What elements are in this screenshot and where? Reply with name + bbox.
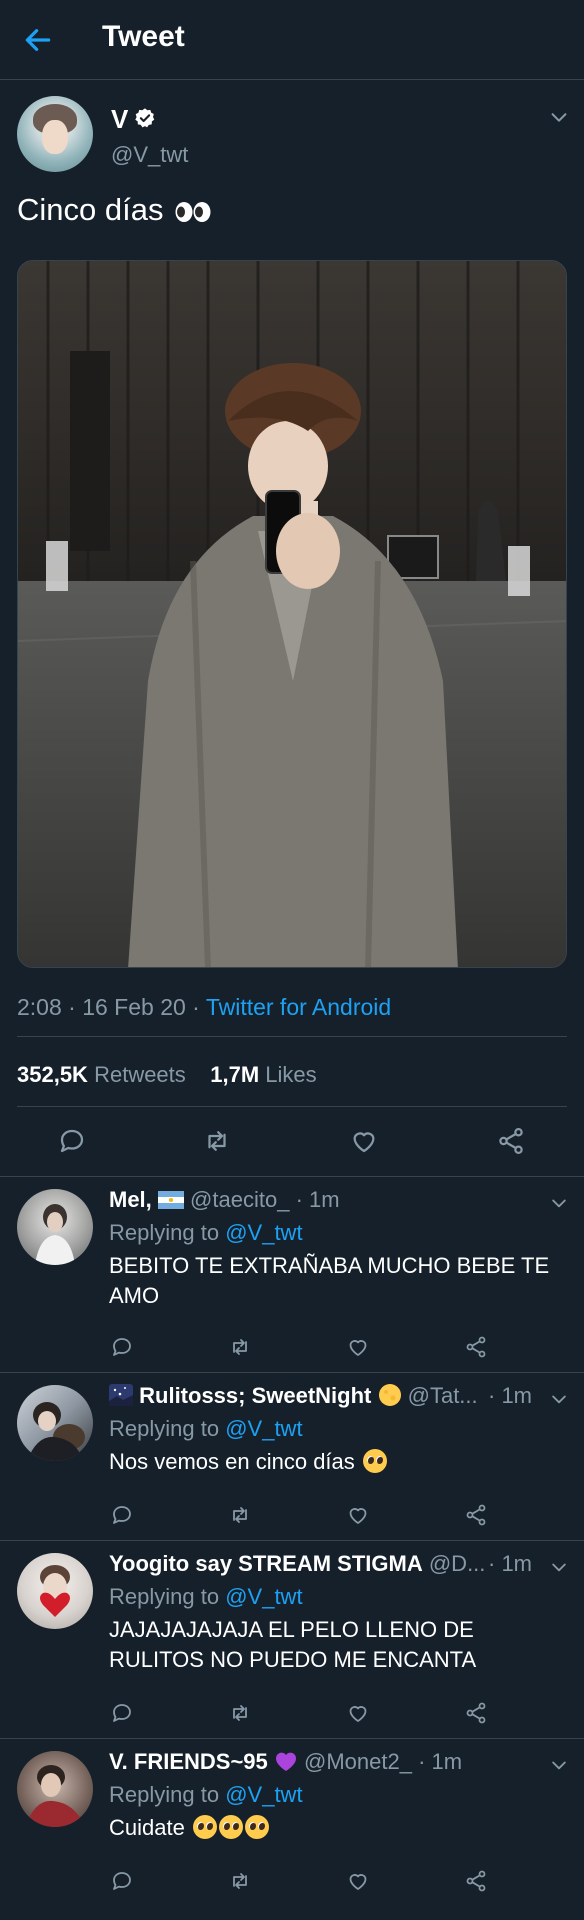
chevron-down-icon[interactable] bbox=[548, 106, 570, 128]
tweet-text-content: Cinco días bbox=[17, 192, 164, 227]
reply-tweet[interactable]: Mel, @taecito_ · 1m Replying to @V_twt B… bbox=[0, 1177, 584, 1373]
replying-to: Replying to @V_twt bbox=[109, 1416, 303, 1442]
pleading-face-emoji-icon bbox=[362, 1449, 387, 1473]
share-icon[interactable] bbox=[464, 1503, 488, 1527]
reply-avatar[interactable] bbox=[17, 1751, 93, 1827]
reply-text: BEBITO TE EXTRAÑABA MUCHO BEBE TE AMO bbox=[109, 1253, 550, 1308]
chevron-down-icon[interactable] bbox=[549, 1557, 569, 1577]
back-arrow-icon[interactable] bbox=[22, 24, 54, 56]
pleading-face-emoji-icon bbox=[192, 1815, 217, 1839]
reply-author-handle[interactable]: @Monet2_ bbox=[304, 1749, 412, 1774]
reply-text: Nos vemos en cinco días bbox=[109, 1447, 559, 1477]
share-icon[interactable] bbox=[464, 1701, 488, 1725]
reply-icon[interactable] bbox=[110, 1869, 134, 1893]
argentina-flag-icon bbox=[157, 1191, 184, 1209]
replying-to-mention[interactable]: @V_twt bbox=[225, 1416, 302, 1441]
reply-icon[interactable] bbox=[110, 1503, 134, 1527]
tweet-timestamp: 2:08 · 16 Feb 20 · Twitter for Android bbox=[17, 994, 391, 1021]
reply-time: · 1m bbox=[295, 1187, 340, 1212]
chevron-down-icon[interactable] bbox=[549, 1755, 569, 1775]
author-handle[interactable]: @V_twt bbox=[111, 142, 188, 168]
replying-to-label: Replying to bbox=[109, 1782, 220, 1807]
tweet-stats: 352,5K Retweets 1,7M Likes bbox=[17, 1062, 317, 1088]
pleading-face-emoji-icon bbox=[218, 1815, 243, 1839]
top-bar: Tweet bbox=[0, 0, 584, 80]
reply-author-handle[interactable]: @taecito_ bbox=[190, 1187, 289, 1212]
reply-avatar[interactable] bbox=[17, 1189, 93, 1265]
reply-author-name[interactable]: Mel, bbox=[109, 1187, 152, 1212]
replying-to-mention[interactable]: @V_twt bbox=[225, 1584, 302, 1609]
reply-author-name[interactable]: Rulitosss; SweetNight bbox=[139, 1383, 371, 1408]
reply-author-handle[interactable]: @D... bbox=[429, 1551, 486, 1576]
replying-to: Replying to @V_twt bbox=[109, 1220, 303, 1246]
replying-to-mention[interactable]: @V_twt bbox=[225, 1220, 302, 1245]
retweet-icon[interactable] bbox=[228, 1869, 252, 1893]
like-icon[interactable] bbox=[346, 1869, 370, 1893]
reply-author-handle[interactable]: @Tat... bbox=[408, 1383, 478, 1408]
retweets-label[interactable]: Retweets bbox=[94, 1062, 186, 1087]
pleading-face-emoji-icon bbox=[244, 1815, 269, 1839]
retweet-icon[interactable] bbox=[228, 1503, 252, 1527]
reply-icon[interactable] bbox=[110, 1335, 134, 1359]
reply-header: Yoogito say STREAM STIGMA @D... bbox=[109, 1551, 485, 1577]
eyes-emoji-icon bbox=[175, 201, 211, 222]
reply-icon[interactable] bbox=[57, 1126, 87, 1156]
verified-icon bbox=[135, 108, 155, 128]
retweet-icon[interactable] bbox=[228, 1701, 252, 1725]
reply-time: · 1m bbox=[488, 1551, 532, 1576]
tweet-text: Cinco días bbox=[17, 192, 212, 228]
author-avatar[interactable] bbox=[17, 96, 93, 172]
tweet-photo-image bbox=[18, 261, 566, 967]
reply-tweet[interactable]: Yoogito say STREAM STIGMA @D... · 1m Rep… bbox=[0, 1541, 584, 1739]
replying-to: Replying to @V_twt bbox=[109, 1584, 303, 1610]
like-icon[interactable] bbox=[349, 1126, 379, 1156]
reply-text-content: Cuidate bbox=[109, 1815, 185, 1840]
reply-author-name[interactable]: V. FRIENDS~95 bbox=[109, 1749, 268, 1774]
reply-header: V. FRIENDS~95 @Monet2_ · 1m bbox=[109, 1749, 462, 1775]
replying-to-label: Replying to bbox=[109, 1220, 220, 1245]
retweet-count[interactable]: 352,5K bbox=[17, 1062, 88, 1087]
reply-avatar[interactable] bbox=[17, 1385, 93, 1461]
tweet-source-link[interactable]: Twitter for Android bbox=[206, 994, 391, 1020]
reply-tweet[interactable]: Rulitosss; SweetNight @Tat... · 1m Reply… bbox=[0, 1373, 584, 1541]
reply-text: JAJAJAJAJAJA EL PELO LLENO DE RULITOS NO… bbox=[109, 1617, 477, 1672]
share-icon[interactable] bbox=[464, 1335, 488, 1359]
replying-to-mention[interactable]: @V_twt bbox=[225, 1782, 302, 1807]
reply-avatar[interactable] bbox=[17, 1553, 93, 1629]
divider bbox=[17, 1036, 567, 1037]
night-sky-emoji-icon bbox=[109, 1384, 133, 1406]
reply-text-content: Nos vemos en cinco días bbox=[109, 1449, 355, 1474]
replying-to-label: Replying to bbox=[109, 1584, 220, 1609]
reply-icon[interactable] bbox=[110, 1701, 134, 1725]
reply-author-name[interactable]: Yoogito say STREAM STIGMA bbox=[109, 1551, 423, 1576]
share-icon[interactable] bbox=[496, 1126, 526, 1156]
reply-text: Cuidate bbox=[109, 1813, 559, 1843]
like-count[interactable]: 1,7M bbox=[210, 1062, 259, 1087]
like-icon[interactable] bbox=[346, 1335, 370, 1359]
retweet-icon[interactable] bbox=[228, 1335, 252, 1359]
chevron-down-icon[interactable] bbox=[549, 1193, 569, 1213]
reply-header: Rulitosss; SweetNight @Tat... bbox=[109, 1383, 478, 1409]
reply-time: · 1m bbox=[418, 1749, 463, 1774]
timestamp-text: 2:08 · 16 Feb 20 · bbox=[17, 994, 206, 1020]
divider bbox=[17, 1106, 567, 1107]
reply-time: · 1m bbox=[488, 1383, 532, 1408]
like-icon[interactable] bbox=[346, 1503, 370, 1527]
purple-heart-icon bbox=[275, 1752, 296, 1771]
replying-to-label: Replying to bbox=[109, 1416, 220, 1441]
moon-emoji-icon bbox=[378, 1384, 401, 1406]
tweet-photo[interactable] bbox=[17, 260, 567, 968]
share-icon[interactable] bbox=[464, 1869, 488, 1893]
chevron-down-icon[interactable] bbox=[549, 1389, 569, 1409]
author-name[interactable]: V bbox=[111, 104, 128, 135]
like-icon[interactable] bbox=[346, 1701, 370, 1725]
retweet-icon[interactable] bbox=[202, 1126, 232, 1156]
replying-to: Replying to @V_twt bbox=[109, 1782, 303, 1808]
page-title: Tweet bbox=[102, 20, 185, 53]
reply-header: Mel, @taecito_ · 1m bbox=[109, 1187, 340, 1213]
reply-tweet[interactable]: V. FRIENDS~95 @Monet2_ · 1m Replying to … bbox=[0, 1739, 584, 1920]
likes-label[interactable]: Likes bbox=[265, 1062, 316, 1087]
